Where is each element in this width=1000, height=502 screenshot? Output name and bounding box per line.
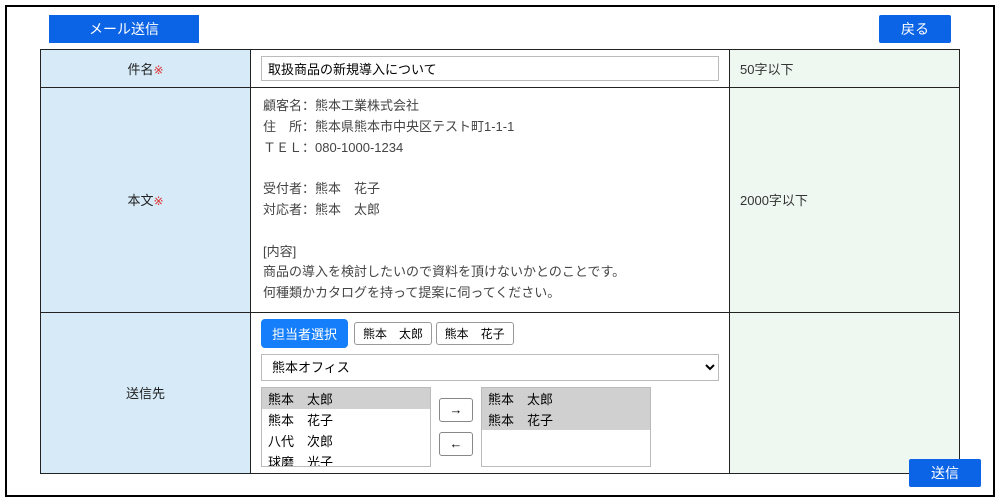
hint-subject: 50字以下 — [730, 50, 960, 88]
available-listbox[interactable]: 熊本 太郎熊本 花子八代 次郎球磨 光子 — [261, 387, 431, 467]
list-item[interactable]: 熊本 太郎 — [482, 388, 650, 409]
field-destination: 担当者選択 熊本 太郎 熊本 花子 熊本オフィス 熊本 太郎熊本 花子八代 次郎… — [251, 312, 730, 473]
selected-listbox[interactable]: 熊本 太郎熊本 花子 — [481, 387, 651, 467]
assignee-chip[interactable]: 熊本 花子 — [436, 322, 514, 345]
back-button[interactable]: 戻る — [879, 15, 951, 43]
row-body: 本文※ 顧客名：熊本工業株式会社 住 所：熊本県熊本市中央区テスト町1-1-1 … — [41, 88, 960, 313]
body-text: 顧客名：熊本工業株式会社 住 所：熊本県熊本市中央区テスト町1-1-1 ＴＥＬ：… — [261, 94, 719, 306]
send-button[interactable]: 送信 — [909, 459, 981, 487]
page-title: メール送信 — [49, 15, 199, 43]
list-item[interactable]: 八代 次郎 — [262, 430, 430, 451]
dual-list: 熊本 太郎熊本 花子八代 次郎球磨 光子 → ← 熊本 太郎熊本 花子 — [261, 387, 719, 467]
row-destination: 送信先 担当者選択 熊本 太郎 熊本 花子 熊本オフィス 熊本 太郎熊本 花子八… — [41, 312, 960, 473]
field-subject — [251, 50, 730, 88]
app-frame: メール送信 戻る 件名※ 50字以下 本文※ 顧客名：熊本工業株式会社 住 所：… — [5, 5, 995, 497]
topbar: メール送信 戻る — [19, 15, 981, 43]
office-select[interactable]: 熊本オフィス — [261, 354, 719, 381]
assignee-picker-button[interactable]: 担当者選択 — [261, 319, 348, 348]
label-subject: 件名※ — [41, 50, 251, 88]
move-left-button[interactable]: ← — [439, 432, 473, 456]
label-body-text: 本文 — [127, 193, 153, 208]
subject-input[interactable] — [261, 56, 719, 81]
list-item[interactable]: 熊本 太郎 — [262, 388, 430, 409]
required-mark: ※ — [153, 194, 163, 208]
list-item[interactable]: 熊本 花子 — [482, 409, 650, 430]
hint-destination — [730, 312, 960, 473]
list-item[interactable]: 球磨 光子 — [262, 451, 430, 467]
list-item[interactable]: 熊本 花子 — [262, 409, 430, 430]
picker-row: 担当者選択 熊本 太郎 熊本 花子 — [261, 319, 719, 348]
field-body: 顧客名：熊本工業株式会社 住 所：熊本県熊本市中央区テスト町1-1-1 ＴＥＬ：… — [251, 88, 730, 313]
mail-form-table: 件名※ 50字以下 本文※ 顧客名：熊本工業株式会社 住 所：熊本県熊本市中央区… — [40, 49, 960, 474]
arrow-column: → ← — [439, 398, 473, 456]
label-subject-text: 件名 — [127, 62, 153, 77]
row-subject: 件名※ 50字以下 — [41, 50, 960, 88]
move-right-button[interactable]: → — [439, 398, 473, 422]
assignee-chip[interactable]: 熊本 太郎 — [354, 322, 432, 345]
hint-body: 2000字以下 — [730, 88, 960, 313]
label-body: 本文※ — [41, 88, 251, 313]
required-mark: ※ — [153, 63, 163, 77]
label-destination: 送信先 — [41, 312, 251, 473]
